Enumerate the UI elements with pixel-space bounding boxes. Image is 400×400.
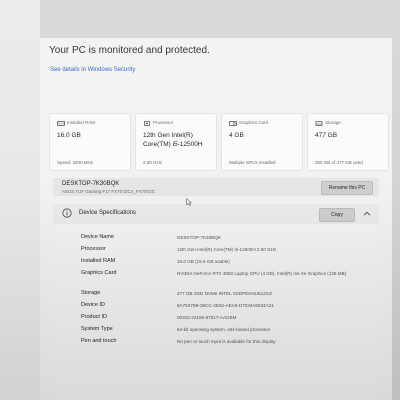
ram-card-speed: Speed: 3200 MHz	[57, 160, 94, 165]
device-model: ASUS TUF Gaming F17 FX707ZC4_FX707ZC	[62, 188, 155, 194]
processor-card-value: 12th Gen Intel(R) Core(TM) i5-12500H	[143, 132, 203, 148]
settings-sidebar	[0, 0, 40, 400]
graphics-card-value: 4 GB	[229, 132, 244, 139]
spec-label: Processor	[81, 246, 106, 252]
storage-card-usage: 350 GB of 477 GB used	[315, 160, 363, 165]
protection-status-heading: Your PC is monitored and protected.	[49, 45, 210, 56]
info-icon	[62, 208, 72, 218]
spec-label: System Type	[81, 326, 113, 332]
device-specifications-list: Device Name DESKTOP-7K30BQK Processor 12…	[53, 224, 379, 400]
spec-label: Product ID	[81, 314, 107, 320]
spec-label: Storage	[81, 290, 101, 296]
spec-label: Device Name	[81, 234, 115, 240]
device-specifications-title: Device Specifications	[79, 210, 137, 216]
spec-value: 12th Gen Intel(R) Core(TM) i5-12500H 2.5…	[177, 247, 277, 252]
spec-value: DESKTOP-7K30BQK	[177, 235, 221, 240]
windows-security-link[interactable]: See details in Windows Security	[50, 67, 135, 73]
ram-card-value: 16.0 GB	[57, 132, 81, 139]
spec-label: Device ID	[81, 302, 105, 308]
ram-card: Installed RAM 16.0 GB Speed: 3200 MHz	[49, 113, 131, 171]
rename-pc-button[interactable]: Rename this PC	[321, 181, 373, 195]
device-name-bar: DESKTOP-7K30BQK ASUS TUF Gaming F17 FX70…	[53, 178, 379, 196]
spec-label: Graphics Card	[81, 270, 117, 276]
mouse-cursor-icon	[186, 198, 192, 206]
spec-value: No pen or touch input is available for t…	[177, 339, 276, 344]
chevron-up-icon[interactable]	[363, 211, 371, 216]
spec-value: 00342-22158-97517-AAOEM	[177, 315, 237, 320]
storage-card-value: 477 GB	[315, 132, 338, 139]
device-specifications-header[interactable]: Device Specifications Copy	[53, 204, 379, 224]
storage-icon	[315, 121, 323, 126]
spec-value: NVIDIA GeForce RTX 3050 Laptop GPU (4 GB…	[177, 271, 347, 276]
ram-card-title: Installed RAM	[67, 120, 96, 125]
about-page: Your PC is monitored and protected. See …	[40, 38, 392, 400]
ram-icon	[57, 121, 65, 126]
processor-card: Processor 12th Gen Intel(R) Core(TM) i5-…	[135, 113, 217, 171]
storage-card: Storage 477 GB 350 GB of 477 GB used	[307, 113, 389, 171]
processor-card-title: Processor	[153, 120, 174, 125]
spec-label: Installed RAM	[81, 258, 116, 264]
device-name: DESKTOP-7K30BQK	[62, 181, 120, 187]
graphics-card-sub: Multiple GPUs installed	[229, 160, 276, 165]
copy-button[interactable]: Copy	[319, 208, 355, 222]
spec-label: Pen and touch	[81, 338, 117, 344]
spec-value: 477 GB SSD NVMe INTEL SSDPEKNU512GZ	[177, 291, 273, 296]
spec-value: 64-bit operating system, x64-based proce…	[177, 327, 271, 332]
graphics-card-title: Graphics Card	[239, 120, 269, 125]
spec-value: 16.0 GB (15.6 GB usable)	[177, 259, 230, 264]
processor-icon	[144, 121, 150, 126]
storage-card-title: Storage	[325, 120, 341, 125]
spec-value: 9A7537B8-39CC-4E62-AEA9-D7034A6634A21	[177, 303, 274, 308]
graphics-card-card: Graphics Card 4 GB Multiple GPUs install…	[221, 113, 303, 171]
processor-card-speed: 2.50 GHz	[143, 160, 163, 165]
graphics-card-icon	[229, 121, 237, 126]
